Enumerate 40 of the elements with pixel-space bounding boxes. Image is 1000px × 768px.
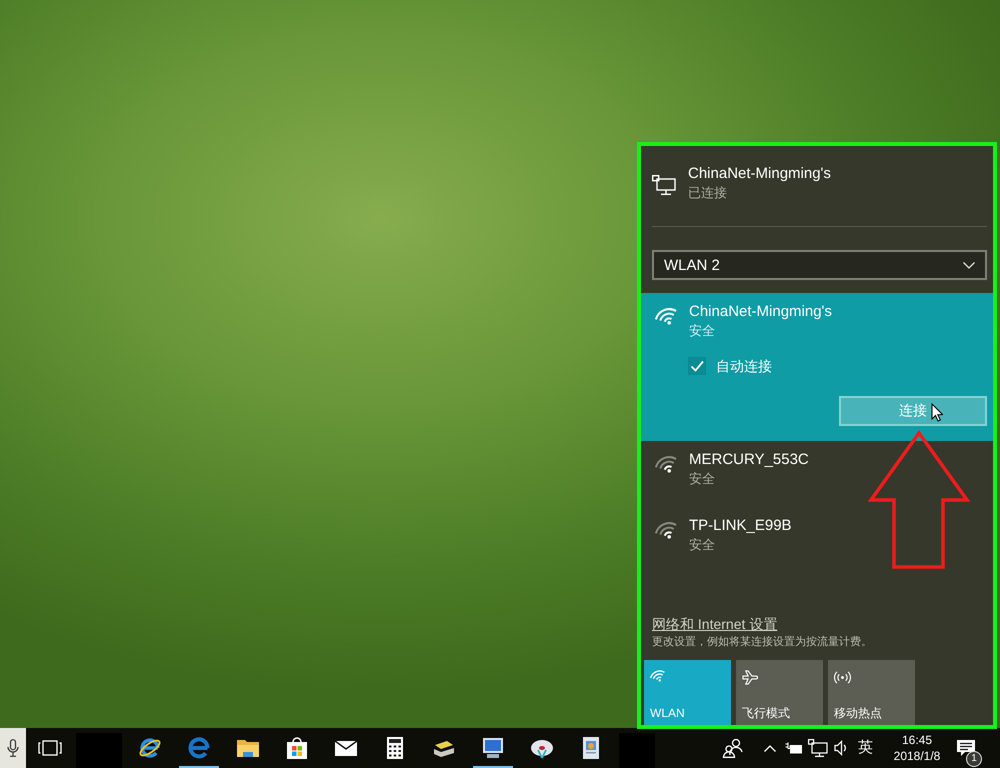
wifi-icon: [655, 308, 677, 325]
network-name: ChinaNet-Mingming's: [688, 164, 831, 184]
shopping-bag-icon[interactable]: [284, 736, 308, 760]
network-name: TP-LINK_E99B: [689, 516, 792, 536]
mouse-pointer-icon: [931, 403, 943, 422]
caret-up-icon[interactable]: [764, 744, 776, 752]
microphone-icon: [7, 739, 19, 757]
security-status: 安全: [689, 470, 715, 488]
wifi-icon: [650, 670, 665, 682]
clock-button[interactable]: 16:45 2018/1/8: [889, 728, 945, 768]
network-item[interactable]: TP-LINK_E99B 安全: [641, 507, 993, 573]
wifi-icon: [655, 456, 677, 473]
security-status: 安全: [689, 322, 715, 340]
connection-status: 已连接: [688, 184, 727, 202]
adapter-dropdown[interactable]: WLAN 2: [652, 250, 987, 280]
auto-connect-checkbox[interactable]: [688, 357, 706, 375]
network-name: ChinaNet-Mingming's: [689, 302, 832, 322]
airplane-icon: [742, 670, 759, 685]
chevron-down-icon: [963, 262, 975, 268]
settings-hint: 更改设置，例如将某连接设置为按流量计费。: [652, 634, 872, 650]
speaker-icon[interactable]: [834, 740, 848, 756]
people-icon[interactable]: [722, 738, 744, 758]
e-logo-icon[interactable]: [186, 736, 210, 760]
microphone-button[interactable]: [0, 728, 26, 768]
network-item[interactable]: MERCURY_553C 安全: [641, 441, 993, 507]
notification-count-badge: 1: [966, 751, 982, 767]
battery-icon[interactable]: [785, 742, 803, 754]
network-name: MERCURY_553C: [689, 450, 809, 470]
input-language-indicator[interactable]: 英: [858, 738, 873, 758]
wifi-icon: [655, 522, 677, 539]
network-monitor-icon[interactable]: [808, 739, 828, 757]
quick-action-tile[interactable]: 飞行模式: [736, 660, 823, 725]
e-ring-icon[interactable]: [138, 736, 162, 760]
task-view-icon[interactable]: [38, 740, 62, 756]
security-status: 安全: [689, 536, 715, 554]
hotspot-icon: [834, 670, 851, 685]
monitor-icon[interactable]: [480, 736, 504, 760]
monitor-icon: [652, 175, 676, 195]
quick-action-tile[interactable]: 移动热点: [828, 660, 915, 725]
settings-link[interactable]: 网络和 Internet 设置: [652, 614, 778, 634]
